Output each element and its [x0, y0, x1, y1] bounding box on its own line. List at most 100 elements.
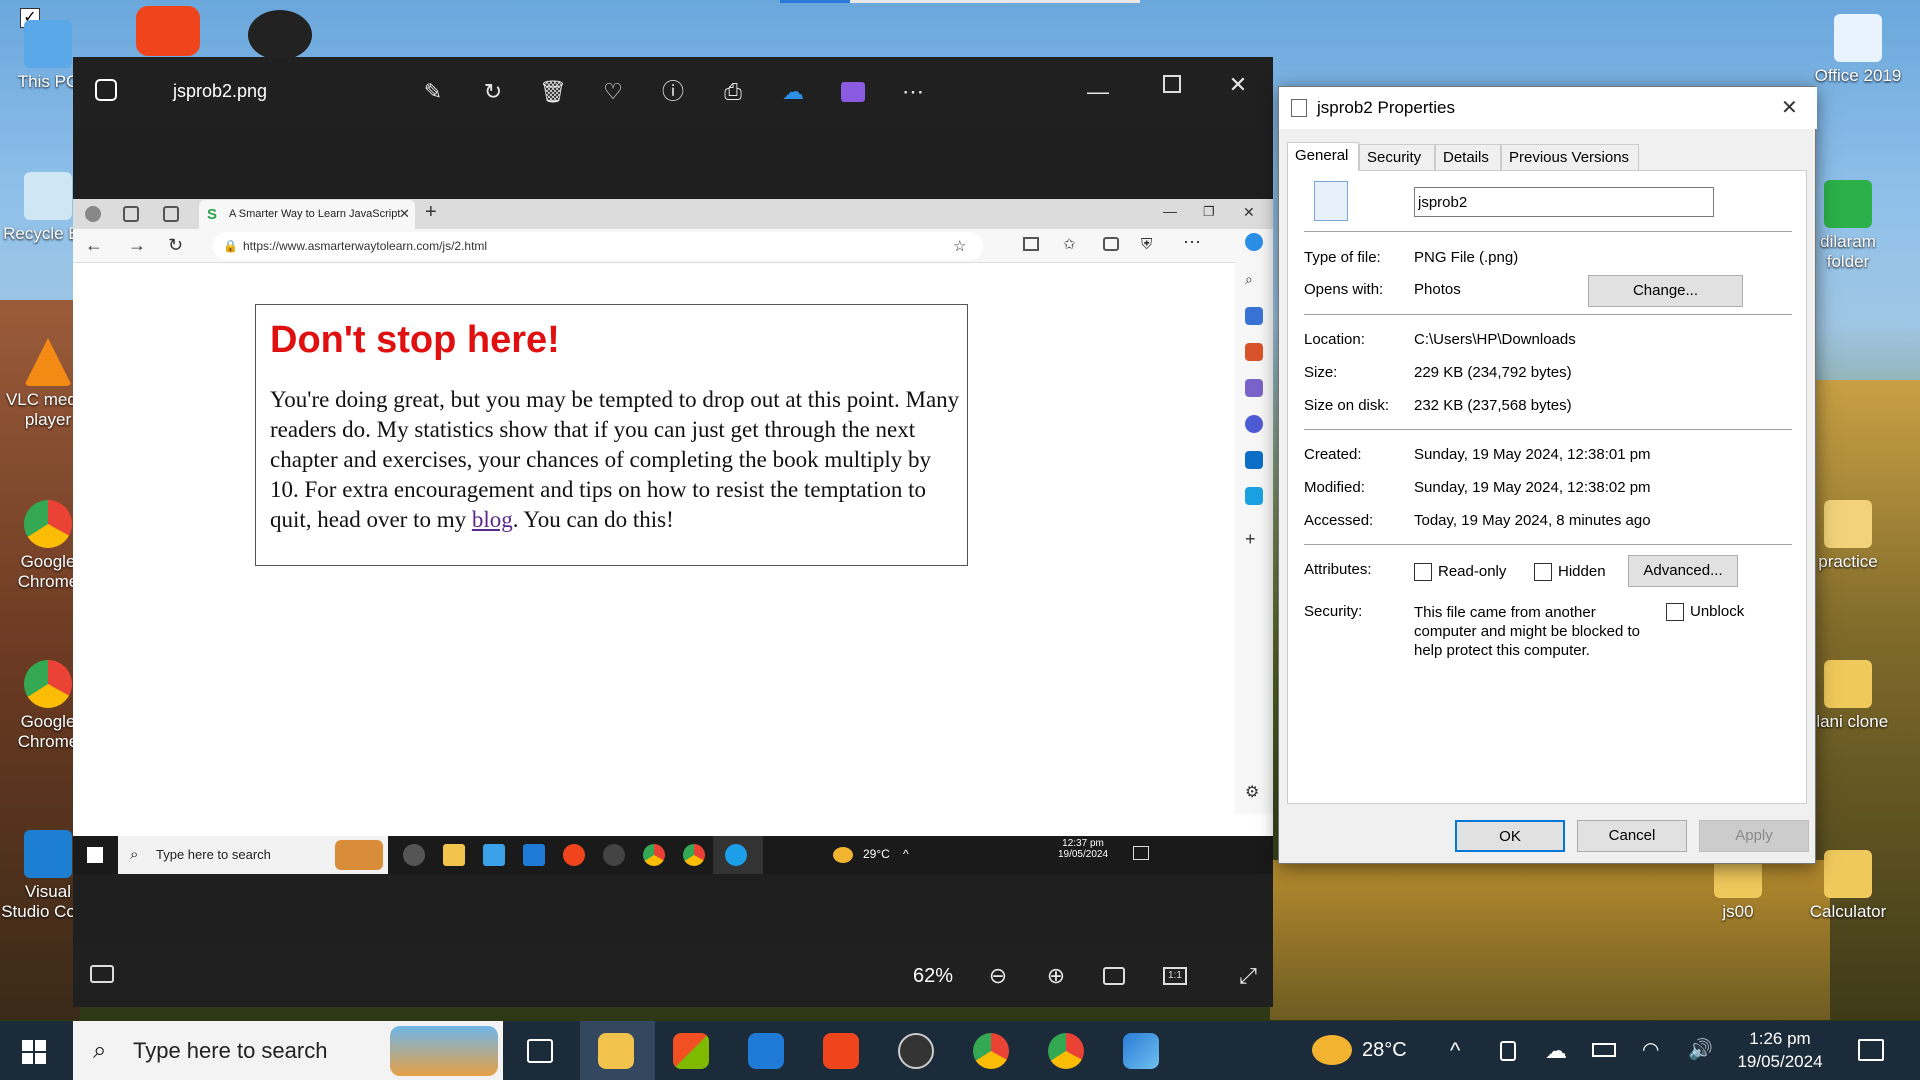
inner-store-icon[interactable]	[483, 844, 505, 866]
favorites-icon[interactable]: ✩	[1063, 235, 1076, 253]
new-tab-icon[interactable]: +	[425, 201, 437, 224]
inner-obs-icon[interactable]	[603, 844, 625, 866]
refresh-icon[interactable]: ↻	[168, 235, 183, 256]
onedrive-icon[interactable]: ☁	[778, 77, 808, 107]
drop-icon[interactable]	[1245, 487, 1263, 505]
filename-field[interactable]	[1414, 187, 1714, 217]
tools-icon[interactable]	[1245, 343, 1263, 361]
photos-icon[interactable]	[1123, 1033, 1159, 1069]
wifi-icon[interactable]: ◠	[1642, 1021, 1659, 1080]
microsoft-store-icon[interactable]	[673, 1033, 709, 1069]
volume-icon[interactable]: 🔊	[1688, 1021, 1713, 1080]
battery-icon[interactable]	[1592, 1043, 1616, 1057]
zoom-out-icon[interactable]: ⊖	[983, 961, 1013, 991]
obs-icon[interactable]	[898, 1033, 934, 1069]
blog-link[interactable]: blog	[472, 507, 513, 532]
edit-icon[interactable]: ✎	[418, 77, 448, 107]
fit-icon[interactable]	[1103, 967, 1125, 985]
url-field[interactable]: 🔒 https://www.asmarterwaytolearn.com/js/…	[213, 232, 983, 260]
mail-icon[interactable]	[748, 1033, 784, 1069]
print-icon[interactable]: ⎙	[718, 77, 748, 107]
vscode-icon	[24, 830, 72, 878]
tab-previous-versions[interactable]: Previous Versions	[1501, 144, 1639, 170]
add-sidebar-icon[interactable]: +	[1245, 529, 1263, 549]
taskbar-clock[interactable]: 1:26 pm 19/05/2024	[1730, 1027, 1830, 1073]
clipchamp-icon[interactable]	[841, 82, 865, 102]
chrome-profile-icon[interactable]	[1048, 1033, 1084, 1069]
inner-mail-icon[interactable]	[523, 844, 545, 866]
unblock-checkbox[interactable]	[1666, 603, 1684, 621]
tab-details[interactable]: Details	[1435, 144, 1501, 170]
start-icon[interactable]	[22, 1040, 46, 1064]
inner-tray-chevron-icon[interactable]: ^	[903, 847, 909, 861]
cancel-button[interactable]: Cancel	[1577, 820, 1687, 852]
hidden-checkbox[interactable]	[1534, 563, 1552, 581]
inner-notification-icon[interactable]	[1133, 846, 1149, 860]
inner-chrome-profile-icon[interactable]	[683, 844, 705, 866]
obs-desktop-icon[interactable]	[248, 10, 312, 60]
actual-size-icon[interactable]: 1:1	[1163, 967, 1187, 985]
file-explorer-icon[interactable]	[598, 1033, 634, 1069]
task-view-icon[interactable]	[527, 1039, 553, 1063]
inner-edge-icon[interactable]	[725, 844, 747, 866]
close-icon[interactable]: ✕	[1223, 70, 1253, 100]
notification-icon[interactable]	[1858, 1039, 1884, 1061]
brave-desktop-icon[interactable]	[136, 6, 200, 56]
browser-close-icon[interactable]: ✕	[1243, 204, 1255, 221]
ok-button[interactable]: OK	[1455, 820, 1565, 852]
zoom-in-icon[interactable]: ⊕	[1041, 961, 1071, 991]
advanced-button[interactable]: Advanced...	[1628, 555, 1738, 587]
games-icon[interactable]	[1245, 379, 1263, 397]
tab-general[interactable]: General	[1287, 142, 1359, 171]
more-icon[interactable]: ⋯	[898, 77, 928, 107]
copilot-icon[interactable]	[1245, 233, 1263, 251]
tray-chevron-icon[interactable]: ^	[1450, 1021, 1460, 1080]
profile-icon[interactable]	[85, 206, 101, 222]
fullscreen-icon[interactable]: ⤢	[1233, 961, 1263, 991]
info-icon[interactable]: ⓘ	[658, 77, 688, 107]
inner-brave-icon[interactable]	[563, 844, 585, 866]
meet-now-icon[interactable]	[1500, 1041, 1516, 1061]
workspaces-icon[interactable]	[123, 206, 139, 222]
onedrive-tray-icon[interactable]: ☁	[1545, 1021, 1567, 1080]
desktop-icon-office[interactable]: Office 2019	[1810, 14, 1906, 86]
forward-icon[interactable]: →	[128, 235, 146, 256]
m365-icon[interactable]	[1245, 415, 1263, 433]
minimize-icon[interactable]: —	[1083, 77, 1113, 107]
chrome-icon[interactable]	[973, 1033, 1009, 1069]
folder-icon	[1824, 850, 1872, 898]
shopping-icon[interactable]	[1245, 307, 1263, 325]
favorites-star-icon[interactable]: ☆	[953, 237, 966, 255]
modified-label: Modified:	[1304, 479, 1365, 496]
rotate-icon[interactable]: ↻	[478, 77, 508, 107]
split-screen-icon[interactable]	[1023, 237, 1039, 251]
inner-chrome-icon[interactable]	[643, 844, 665, 866]
sidebar-settings-icon[interactable]: ⚙	[1245, 782, 1263, 801]
browser-more-icon[interactable]: ⋯	[1183, 232, 1201, 253]
extensions-icon[interactable]: ⛨	[1141, 236, 1152, 253]
collections-icon[interactable]	[1103, 237, 1119, 251]
readonly-checkbox[interactable]	[1414, 563, 1432, 581]
back-icon[interactable]: ←	[85, 235, 103, 256]
tab-security[interactable]: Security	[1359, 144, 1435, 170]
delete-icon[interactable]: 🗑	[538, 77, 568, 107]
apply-button[interactable]: Apply	[1699, 820, 1809, 852]
inner-explorer-icon[interactable]	[443, 844, 465, 866]
search-icon[interactable]: ⌕	[1245, 271, 1263, 289]
inner-start-icon[interactable]	[87, 847, 103, 863]
filmstrip-icon[interactable]	[90, 965, 114, 983]
browser-minimize-icon[interactable]: —	[1163, 203, 1177, 219]
browser-restore-icon[interactable]: ❐	[1203, 204, 1215, 220]
dialog-title-bar: jsprob2 Properties ✕	[1279, 87, 1817, 129]
browser-tab[interactable]: S A Smarter Way to Learn JavaScript	[199, 200, 415, 229]
tab-actions-icon[interactable]	[163, 206, 179, 222]
inner-taskview-icon[interactable]	[403, 844, 425, 866]
maximize-icon[interactable]	[1163, 75, 1181, 93]
brave-icon[interactable]	[823, 1033, 859, 1069]
attributes-label: Attributes:	[1304, 561, 1372, 578]
outlook-icon[interactable]	[1245, 451, 1263, 469]
favorite-icon[interactable]: ♡	[598, 77, 628, 107]
change-button[interactable]: Change...	[1588, 275, 1743, 307]
dialog-close-icon[interactable]: ✕	[1781, 87, 1798, 129]
tab-close-icon[interactable]: ✕	[399, 206, 410, 222]
